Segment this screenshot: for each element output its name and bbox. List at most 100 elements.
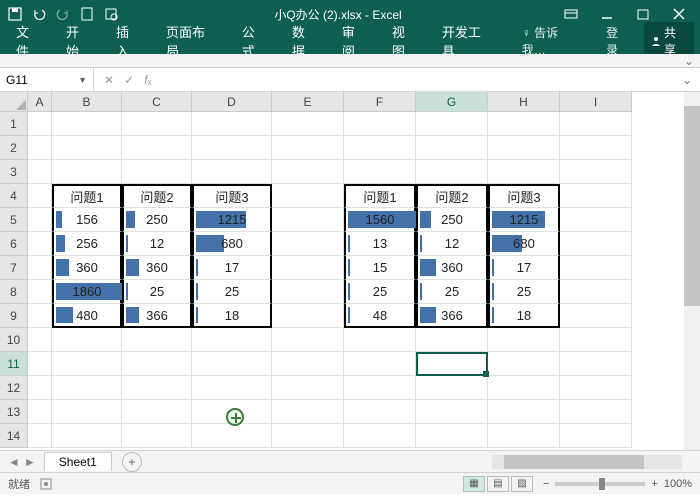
cell[interactable] [28,112,52,136]
redo-icon[interactable] [52,3,74,25]
row-header[interactable]: 2 [0,136,28,160]
cell[interactable] [28,352,52,376]
cell[interactable]: 18 [488,304,560,328]
cell[interactable] [344,136,416,160]
cell[interactable]: 15 [344,256,416,280]
row-header[interactable]: 3 [0,160,28,184]
cell[interactable] [560,112,632,136]
cell[interactable] [416,376,488,400]
cell[interactable] [122,136,192,160]
page-layout-view-icon[interactable]: ▤ [487,476,509,492]
cell[interactable] [272,280,344,304]
cell[interactable] [344,376,416,400]
cell[interactable]: 360 [122,256,192,280]
cell[interactable]: 256 [52,232,122,256]
row-header[interactable]: 11 [0,352,28,376]
cell[interactable] [192,376,272,400]
cell[interactable] [416,424,488,448]
spreadsheet-grid[interactable]: ABCDEFGHI 1234567891011121314 问题1问题2问题3问… [0,92,700,450]
cell[interactable]: 问题3 [192,184,272,208]
cell[interactable] [560,136,632,160]
cell[interactable] [28,208,52,232]
cell[interactable] [272,160,344,184]
row-header[interactable]: 4 [0,184,28,208]
sheet-next-icon[interactable]: ► [24,455,36,469]
cell[interactable]: 17 [192,256,272,280]
cell[interactable]: 48 [344,304,416,328]
cell[interactable]: 25 [344,280,416,304]
normal-view-icon[interactable]: ▦ [463,476,485,492]
cell[interactable] [488,424,560,448]
cell[interactable] [488,328,560,352]
column-header[interactable]: E [272,92,344,112]
cell[interactable] [28,136,52,160]
cell[interactable]: 156 [52,208,122,232]
cell[interactable] [28,328,52,352]
cell[interactable] [28,400,52,424]
column-header[interactable]: H [488,92,560,112]
cell[interactable]: 250 [122,208,192,232]
row-header[interactable]: 9 [0,304,28,328]
zoom-slider[interactable] [555,482,645,486]
cell[interactable] [272,400,344,424]
cell[interactable] [28,424,52,448]
cell[interactable] [28,184,52,208]
cell[interactable] [560,256,632,280]
cell[interactable] [52,328,122,352]
cell[interactable] [416,328,488,352]
cancel-formula-icon[interactable]: ✕ [104,73,114,87]
row-header[interactable]: 8 [0,280,28,304]
cell[interactable] [272,256,344,280]
cell[interactable] [344,160,416,184]
cell[interactable] [416,136,488,160]
column-header[interactable]: D [192,92,272,112]
cell[interactable] [560,352,632,376]
cell[interactable] [488,352,560,376]
column-header[interactable]: G [416,92,488,112]
cell[interactable] [560,160,632,184]
column-header[interactable]: F [344,92,416,112]
cell[interactable] [192,352,272,376]
row-header[interactable]: 7 [0,256,28,280]
cell[interactable] [28,232,52,256]
cell[interactable] [344,352,416,376]
column-header[interactable]: I [560,92,632,112]
cell[interactable]: 1860 [52,280,122,304]
cells-area[interactable]: 问题1问题2问题3问题1问题2问题31562501215156025012152… [28,112,632,448]
cell[interactable] [272,232,344,256]
cell[interactable]: 问题1 [52,184,122,208]
cell[interactable] [272,304,344,328]
column-headers[interactable]: ABCDEFGHI [28,92,632,112]
cell[interactable]: 250 [416,208,488,232]
cell[interactable]: 25 [488,280,560,304]
cell[interactable] [192,160,272,184]
cell[interactable] [344,400,416,424]
cell[interactable]: 1560 [344,208,416,232]
cell[interactable] [52,424,122,448]
cell[interactable] [192,136,272,160]
cell[interactable] [272,328,344,352]
cell[interactable] [52,160,122,184]
cell[interactable] [560,208,632,232]
cell[interactable] [52,112,122,136]
select-all-corner[interactable] [0,92,28,112]
cell[interactable] [122,160,192,184]
cell[interactable] [272,112,344,136]
cell[interactable] [28,376,52,400]
cell[interactable]: 366 [416,304,488,328]
column-header[interactable]: A [28,92,52,112]
zoom-out-button[interactable]: − [543,478,549,490]
cell[interactable] [560,328,632,352]
name-box[interactable]: G11▼ [0,68,94,91]
vertical-scrollbar[interactable] [684,92,700,450]
cell[interactable] [272,352,344,376]
fx-icon[interactable]: fₓ [144,73,151,87]
cell[interactable]: 18 [192,304,272,328]
row-headers[interactable]: 1234567891011121314 [0,112,28,448]
cell[interactable] [272,208,344,232]
cell[interactable] [416,400,488,424]
add-sheet-button[interactable]: + [122,452,142,472]
cell[interactable] [560,304,632,328]
row-header[interactable]: 5 [0,208,28,232]
cell[interactable] [272,184,344,208]
